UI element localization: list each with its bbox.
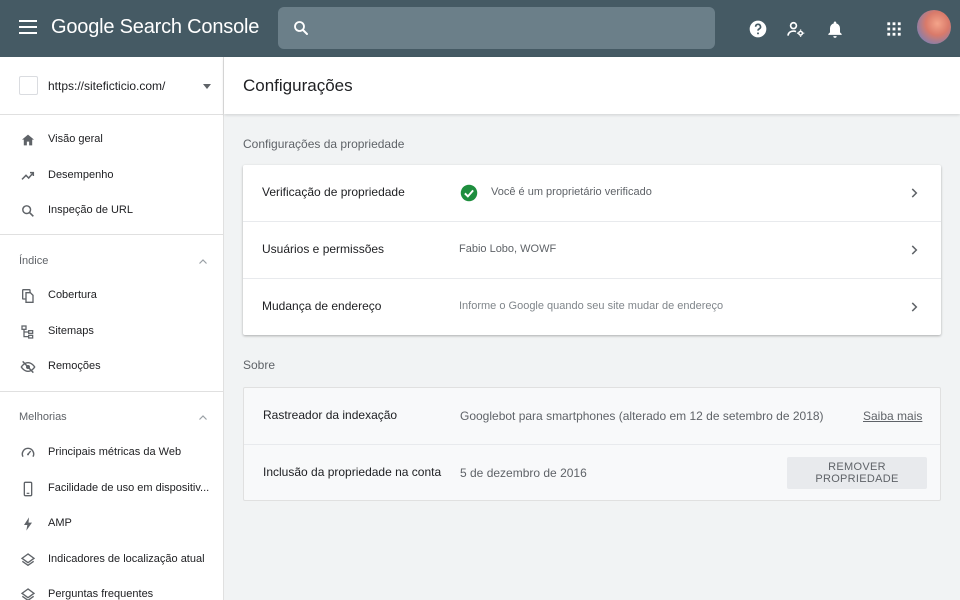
settings-row-users[interactable]: Usuários e permissões Fabio Lobo, WOWF — [243, 222, 941, 279]
about-card: Rastreador da indexação Googlebot para s… — [243, 387, 941, 501]
search-input[interactable] — [322, 7, 702, 49]
row-label: Mudança de endereço — [262, 299, 382, 313]
chevron-up-icon — [199, 415, 207, 420]
property-url: https://siteficticio.com/ — [48, 79, 166, 93]
about-heading: Sobre — [243, 358, 276, 372]
row-label: Verificação de propriedade — [262, 185, 405, 199]
sidebar-item-mobile-usability[interactable]: Facilidade de uso em dispositiv... — [0, 471, 223, 507]
visibility-off-icon — [20, 360, 36, 374]
about-row-crawler: Rastreador da indexação Googlebot para s… — [244, 388, 940, 445]
property-selector[interactable]: https://siteficticio.com/ — [0, 57, 223, 115]
chevron-right-icon[interactable] — [907, 300, 921, 314]
row-value: Googlebot para smartphones (alterado em … — [460, 409, 824, 423]
sidebar-divider — [0, 391, 223, 392]
row-label: Rastreador da indexação — [263, 408, 398, 422]
search-icon — [294, 21, 308, 35]
settings-row-change-address[interactable]: Mudança de endereço Informe o Google qua… — [243, 279, 941, 336]
main-content: Configurações Configurações da proprieda… — [224, 57, 960, 600]
sidebar-item-label: Facilidade de uso em dispositiv... — [48, 482, 210, 494]
trending-up-icon — [21, 171, 35, 180]
sidebar-item-label: Remoções — [48, 360, 101, 372]
sidebar-item-label: Inspeção de URL — [48, 204, 133, 216]
page-title: Configurações — [243, 76, 353, 95]
sidebar-item-amp[interactable]: AMP — [0, 506, 223, 542]
section-title: Índice — [19, 255, 49, 267]
about-row-added: Inclusão da propriedade na conta 5 de de… — [244, 445, 940, 502]
property-settings-card: Verificação de propriedade Você é um pro… — [243, 165, 941, 335]
dropdown-caret-icon — [203, 84, 211, 89]
brand-google: Google — [51, 16, 115, 38]
sidebar-item-label: AMP — [48, 517, 72, 529]
row-value: Informe o Google quando seu site mudar d… — [459, 300, 724, 312]
row-label: Usuários e permissões — [262, 242, 385, 256]
avatar[interactable] — [917, 10, 951, 44]
sidebar-item-url-inspection[interactable]: Inspeção de URL — [0, 193, 223, 229]
search-bar[interactable] — [278, 7, 715, 49]
property-settings-heading: Configurações da propriedade — [243, 137, 405, 151]
sidebar-item-label: Visão geral — [48, 133, 103, 145]
help-icon[interactable] — [748, 19, 768, 39]
sidebar-item-breadcrumbs[interactable]: Indicadores de localização atual — [0, 542, 223, 578]
row-value: 5 de dezembro de 2016 — [460, 466, 587, 480]
smartphone-icon — [23, 481, 33, 497]
sidebar-divider — [0, 234, 223, 235]
top-app-bar: Google Search Console — [0, 0, 960, 57]
page-header: Configurações — [224, 57, 960, 114]
row-value: Você é um proprietário verificado — [491, 186, 652, 198]
sidebar-item-coverage[interactable]: Cobertura — [0, 278, 223, 314]
remove-property-button[interactable]: REMOVER PROPRIEDADE — [787, 457, 927, 489]
sidebar-item-label: Cobertura — [48, 289, 97, 301]
sidebar-item-core-web-vitals[interactable]: Principais métricas da Web — [0, 435, 223, 471]
layers-icon — [20, 588, 36, 600]
section-title: Melhorias — [19, 411, 67, 423]
speed-icon — [21, 447, 35, 457]
home-icon — [22, 134, 34, 146]
row-value: Fabio Lobo, WOWF — [459, 243, 557, 255]
sidebar-item-label: Indicadores de localização atual — [48, 553, 205, 565]
sidebar-item-label: Sitemaps — [48, 325, 94, 337]
sidebar-item-label: Principais métricas da Web — [48, 446, 182, 458]
manage-users-icon[interactable] — [786, 19, 806, 39]
layers-icon — [20, 553, 36, 567]
sidebar-item-faq[interactable]: Perguntas frequentes — [0, 577, 223, 600]
chevron-right-icon[interactable] — [907, 186, 921, 200]
sidebar-item-overview[interactable]: Visão geral — [0, 122, 223, 158]
learn-more-link[interactable]: Saiba mais — [863, 409, 922, 423]
copy-icon — [22, 289, 34, 303]
row-label: Inclusão da propriedade na conta — [263, 465, 442, 479]
sidebar-section-index[interactable]: Índice — [0, 246, 223, 276]
check-circle-icon — [460, 184, 478, 202]
notifications-icon[interactable] — [825, 19, 845, 39]
brand-product: Search Console — [119, 16, 260, 38]
menu-icon[interactable] — [19, 20, 37, 34]
product-logo[interactable]: Google Search Console — [51, 16, 259, 39]
sidebar-item-label: Perguntas frequentes — [48, 588, 154, 600]
sidebar-item-removals[interactable]: Remoções — [0, 349, 223, 385]
property-favicon — [19, 76, 38, 95]
apps-grid-icon[interactable] — [884, 19, 904, 39]
chevron-up-icon — [199, 259, 207, 264]
sidebar-section-enhancements[interactable]: Melhorias — [0, 402, 223, 432]
sidebar-item-sitemaps[interactable]: Sitemaps — [0, 314, 223, 350]
sidebar-item-label: Desempenho — [48, 169, 114, 181]
sitemap-icon — [21, 325, 34, 339]
sidebar: https://siteficticio.com/ Visão geral De… — [0, 57, 224, 600]
chevron-right-icon[interactable] — [907, 243, 921, 257]
search-icon — [22, 205, 34, 217]
sidebar-item-performance[interactable]: Desempenho — [0, 158, 223, 194]
settings-row-verification[interactable]: Verificação de propriedade Você é um pro… — [243, 165, 941, 222]
bolt-icon — [24, 517, 32, 531]
